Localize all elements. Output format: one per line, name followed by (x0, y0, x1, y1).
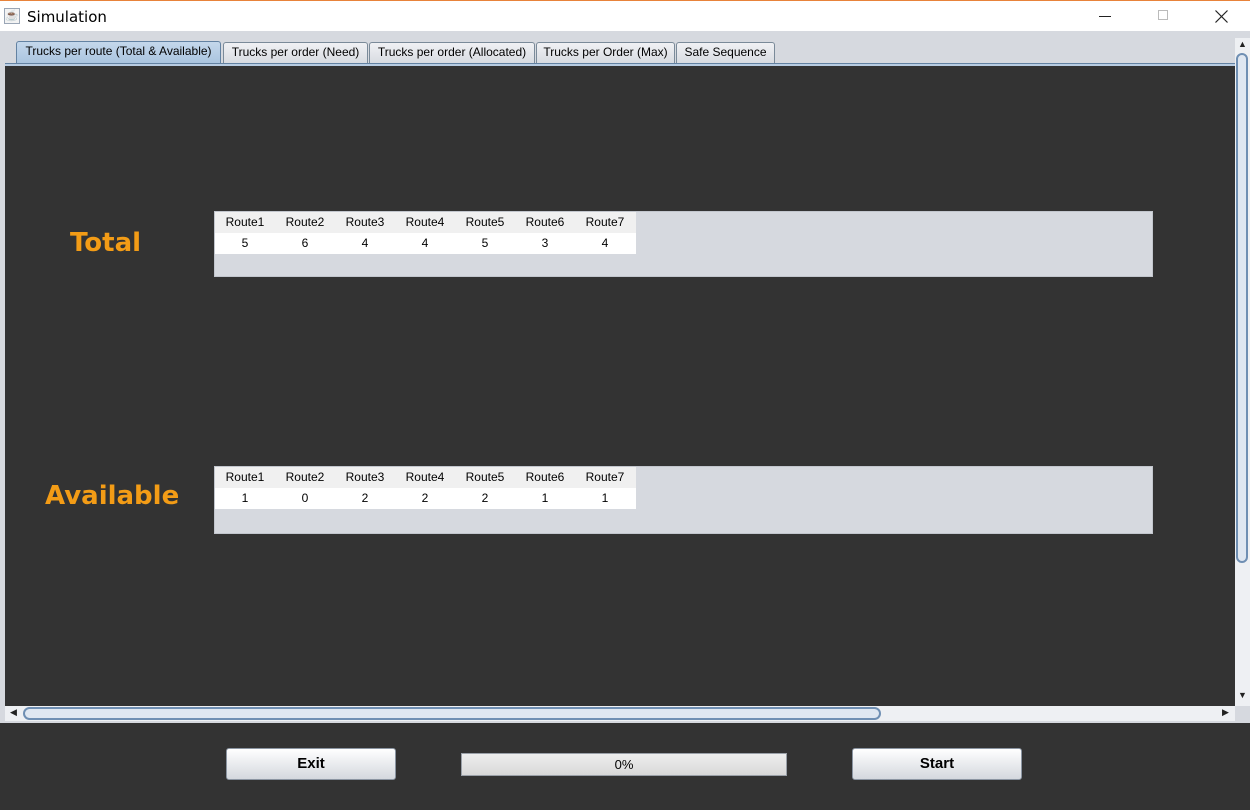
control-bar: Exit 0% Start (0, 723, 1250, 810)
table-cell[interactable]: 2 (395, 488, 455, 509)
available-table-header: Route1 Route2 Route3 Route4 Route5 Route… (215, 467, 636, 488)
horizontal-scrollbar[interactable]: ◀ ▶ (5, 706, 1235, 721)
title-bar: ☕ Simulation (0, 0, 1250, 31)
table-cell[interactable]: 4 (395, 233, 455, 254)
table-cell[interactable]: 1 (575, 488, 635, 509)
minimize-button[interactable] (1082, 1, 1128, 32)
vertical-scroll-thumb[interactable] (1236, 53, 1248, 563)
table-cell[interactable]: 1 (215, 488, 275, 509)
total-label: Total (70, 228, 142, 258)
scroll-up-icon[interactable]: ▲ (1235, 39, 1250, 49)
close-button[interactable] (1198, 1, 1244, 32)
column-header[interactable]: Route3 (335, 467, 395, 488)
column-header[interactable]: Route1 (215, 212, 275, 233)
table-cell[interactable]: 2 (335, 488, 395, 509)
progress-text: 0% (614, 757, 634, 772)
progress-bar: 0% (461, 753, 787, 776)
table-cell[interactable]: 6 (275, 233, 335, 254)
available-table-row[interactable]: 1 0 2 2 2 1 1 (215, 488, 636, 509)
column-header[interactable]: Route1 (215, 467, 275, 488)
scroll-right-icon[interactable]: ▶ (1218, 707, 1233, 718)
exit-button[interactable]: Exit (226, 748, 396, 780)
scroll-left-icon[interactable]: ◀ (6, 707, 21, 718)
column-header[interactable]: Route2 (275, 212, 335, 233)
column-header[interactable]: Route2 (275, 467, 335, 488)
vertical-scrollbar[interactable]: ▲ ▼ (1235, 38, 1250, 706)
close-icon (1215, 10, 1228, 23)
available-label: Available (45, 481, 180, 511)
table-cell[interactable]: 4 (575, 233, 635, 254)
column-header[interactable]: Route7 (575, 467, 635, 488)
column-header[interactable]: Route4 (395, 212, 455, 233)
table-cell[interactable]: 3 (515, 233, 575, 254)
horizontal-scroll-thumb[interactable] (23, 707, 881, 720)
total-table-row[interactable]: 5 6 4 4 5 3 4 (215, 233, 636, 254)
column-header[interactable]: Route5 (455, 212, 515, 233)
table-cell[interactable]: 1 (515, 488, 575, 509)
scroll-down-icon[interactable]: ▼ (1235, 690, 1250, 700)
total-table-panel: Route1 Route2 Route3 Route4 Route5 Route… (214, 211, 1153, 277)
table-cell[interactable]: 2 (455, 488, 515, 509)
start-button[interactable]: Start (852, 748, 1022, 780)
table-cell[interactable]: 5 (455, 233, 515, 254)
table-cell[interactable]: 4 (335, 233, 395, 254)
total-table-header: Route1 Route2 Route3 Route4 Route5 Route… (215, 212, 636, 233)
tab-trucks-per-order-max[interactable]: Trucks per Order (Max) (536, 42, 675, 63)
available-table-panel: Route1 Route2 Route3 Route4 Route5 Route… (214, 466, 1153, 534)
column-header[interactable]: Route4 (395, 467, 455, 488)
tab-trucks-per-order-allocated[interactable]: Trucks per order (Allocated) (369, 42, 535, 63)
tab-trucks-per-order-need[interactable]: Trucks per order (Need) (223, 42, 368, 63)
maximize-button[interactable] (1140, 1, 1186, 32)
table-cell[interactable]: 0 (275, 488, 335, 509)
column-header[interactable]: Route7 (575, 212, 635, 233)
tab-safe-sequence[interactable]: Safe Sequence (676, 42, 775, 63)
tab-trucks-per-route[interactable]: Trucks per route (Total & Available) (16, 41, 221, 64)
table-cell[interactable]: 5 (215, 233, 275, 254)
column-header[interactable]: Route6 (515, 467, 575, 488)
column-header[interactable]: Route6 (515, 212, 575, 233)
java-cup-icon[interactable]: ☕ (4, 8, 20, 24)
column-header[interactable]: Route3 (335, 212, 395, 233)
window-title: Simulation (27, 8, 107, 26)
tab-content-panel: Total Route1 Route2 Route3 Route4 Route5… (5, 66, 1235, 706)
column-header[interactable]: Route5 (455, 467, 515, 488)
